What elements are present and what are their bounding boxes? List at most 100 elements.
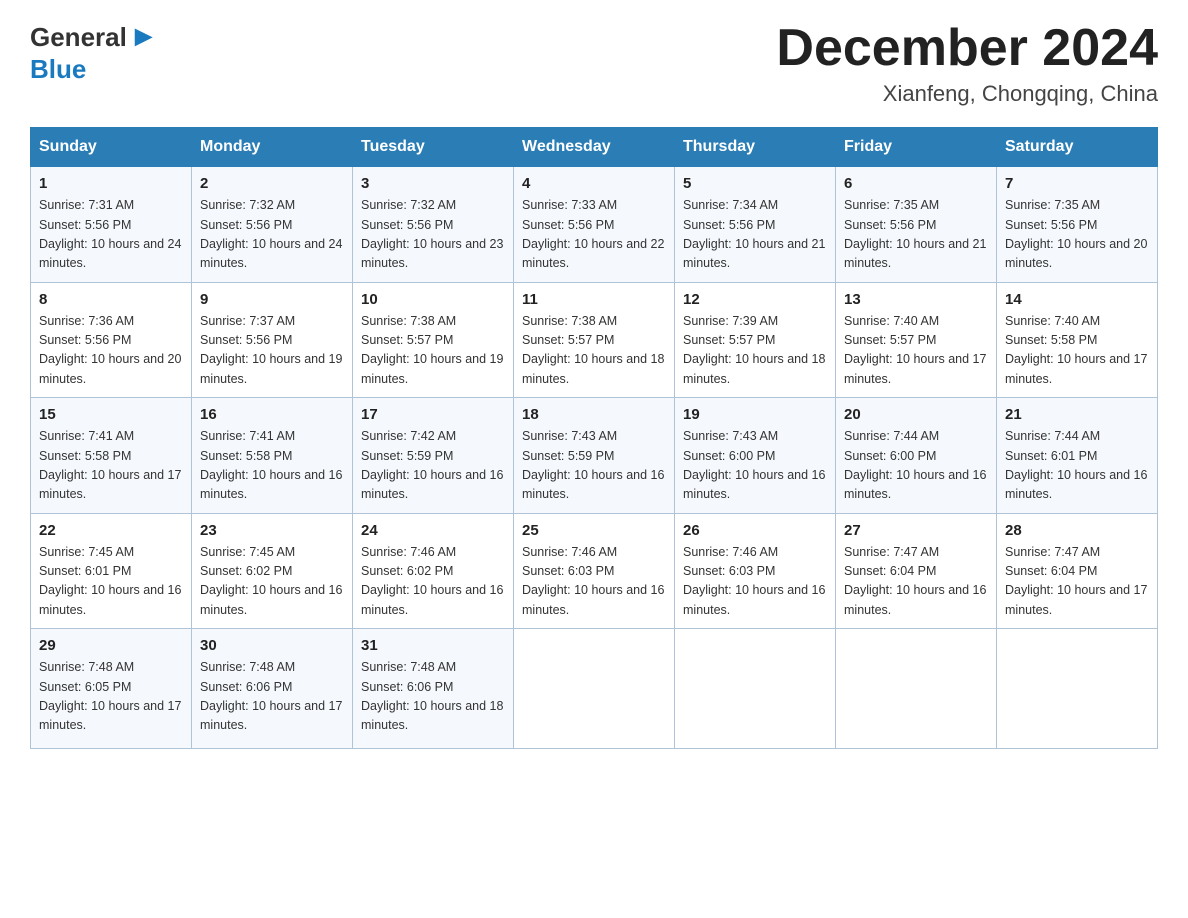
day-info: Sunrise: 7:48 AMSunset: 6:06 PMDaylight:… (200, 658, 344, 736)
day-number: 14 (1005, 291, 1149, 308)
calendar-cell: 21 Sunrise: 7:44 AMSunset: 6:01 PMDayligh… (997, 398, 1158, 514)
calendar-cell: 9Sunrise: 7:37 AMSunset: 5:56 PMDaylight… (192, 282, 353, 398)
day-info: Sunrise: 7:33 AMSunset: 5:56 PMDaylight:… (522, 196, 666, 274)
calendar-cell: 7Sunrise: 7:35 AMSunset: 5:56 PMDaylight… (997, 167, 1158, 283)
day-number: 9 (200, 291, 344, 308)
logo-blue-text: Blue (30, 54, 86, 85)
location-title: Xianfeng, Chongqing, China (776, 81, 1158, 107)
header-monday: Monday (192, 128, 353, 167)
day-number: 18 (522, 406, 666, 423)
day-number: 4 (522, 175, 666, 192)
day-number: 28 (1005, 522, 1149, 539)
day-info: Sunrise: 7:43 AMSunset: 5:59 PMDaylight:… (522, 427, 666, 505)
day-info: Sunrise: 7:46 AMSunset: 6:03 PMDaylight:… (522, 543, 666, 621)
day-number: 3 (361, 175, 505, 192)
day-info: Sunrise: 7:46 AMSunset: 6:02 PMDaylight:… (361, 543, 505, 621)
logo-arrow-icon: ► (129, 20, 159, 54)
day-info: Sunrise: 7:47 AMSunset: 6:04 PMDaylight:… (1005, 543, 1149, 621)
day-number: 8 (39, 291, 183, 308)
month-title: December 2024 (776, 20, 1158, 77)
header-saturday: Saturday (997, 128, 1158, 167)
calendar-header-row: SundayMondayTuesdayWednesdayThursdayFrid… (31, 128, 1158, 167)
day-number: 16 (200, 406, 344, 423)
day-number: 21 (1005, 406, 1149, 423)
day-info: Sunrise: 7:42 AMSunset: 5:59 PMDaylight:… (361, 427, 505, 505)
day-number: 17 (361, 406, 505, 423)
calendar-cell: 26 Sunrise: 7:46 AMSunset: 6:03 PMDayligh… (675, 513, 836, 629)
calendar-cell (675, 629, 836, 749)
day-info: Sunrise: 7:38 AMSunset: 5:57 PMDaylight:… (522, 312, 666, 390)
calendar-cell: 31 Sunrise: 7:48 AMSunset: 6:06 PMDayligh… (353, 629, 514, 749)
header-wednesday: Wednesday (514, 128, 675, 167)
day-number: 25 (522, 522, 666, 539)
day-number: 13 (844, 291, 988, 308)
header-tuesday: Tuesday (353, 128, 514, 167)
day-number: 26 (683, 522, 827, 539)
calendar-cell: 27Sunrise: 7:47 AMSunset: 6:04 PMDayligh… (836, 513, 997, 629)
day-number: 5 (683, 175, 827, 192)
logo: General ► Blue (30, 20, 161, 85)
day-info: Sunrise: 7:32 AMSunset: 5:56 PMDaylight:… (200, 196, 344, 274)
day-number: 12 (683, 291, 827, 308)
day-info: Sunrise: 7:44 AMSunset: 6:00 PMDaylight:… (844, 427, 988, 505)
header-sunday: Sunday (31, 128, 192, 167)
day-number: 31 (361, 637, 505, 654)
calendar-cell: 14 Sunrise: 7:40 AMSunset: 5:58 PMDayligh… (997, 282, 1158, 398)
calendar-cell: 30 Sunrise: 7:48 AMSunset: 6:06 PMDayligh… (192, 629, 353, 749)
day-info: Sunrise: 7:45 AMSunset: 6:02 PMDaylight:… (200, 543, 344, 621)
calendar-cell: 12 Sunrise: 7:39 AMSunset: 5:57 PMDayligh… (675, 282, 836, 398)
day-info: Sunrise: 7:32 AMSunset: 5:56 PMDaylight:… (361, 196, 505, 274)
calendar-cell: 16 Sunrise: 7:41 AMSunset: 5:58 PMDayligh… (192, 398, 353, 514)
day-number: 10 (361, 291, 505, 308)
calendar-cell: 6 Sunrise: 7:35 AMSunset: 5:56 PMDaylight… (836, 167, 997, 283)
day-number: 29 (39, 637, 183, 654)
day-info: Sunrise: 7:47 AMSunset: 6:04 PMDaylight:… (844, 543, 988, 621)
calendar-cell: 19Sunrise: 7:43 AMSunset: 6:00 PMDayligh… (675, 398, 836, 514)
day-info: Sunrise: 7:34 AMSunset: 5:56 PMDaylight:… (683, 196, 827, 274)
day-number: 30 (200, 637, 344, 654)
calendar-cell (514, 629, 675, 749)
day-info: Sunrise: 7:40 AMSunset: 5:58 PMDaylight:… (1005, 312, 1149, 390)
day-number: 7 (1005, 175, 1149, 192)
week-row-3: 15Sunrise: 7:41 AMSunset: 5:58 PMDayligh… (31, 398, 1158, 514)
header-thursday: Thursday (675, 128, 836, 167)
day-info: Sunrise: 7:48 AMSunset: 6:06 PMDaylight:… (361, 658, 505, 736)
day-number: 1 (39, 175, 183, 192)
calendar-cell: 20 Sunrise: 7:44 AMSunset: 6:00 PMDayligh… (836, 398, 997, 514)
calendar-cell: 2 Sunrise: 7:32 AMSunset: 5:56 PMDaylight… (192, 167, 353, 283)
calendar-cell: 18 Sunrise: 7:43 AMSunset: 5:59 PMDayligh… (514, 398, 675, 514)
calendar-cell: 22Sunrise: 7:45 AMSunset: 6:01 PMDayligh… (31, 513, 192, 629)
calendar-cell: 25 Sunrise: 7:46 AMSunset: 6:03 PMDayligh… (514, 513, 675, 629)
day-info: Sunrise: 7:38 AMSunset: 5:57 PMDaylight:… (361, 312, 505, 390)
day-number: 6 (844, 175, 988, 192)
calendar-cell: 15Sunrise: 7:41 AMSunset: 5:58 PMDayligh… (31, 398, 192, 514)
day-info: Sunrise: 7:35 AMSunset: 5:56 PMDaylight:… (844, 196, 988, 274)
day-number: 20 (844, 406, 988, 423)
calendar-cell: 3 Sunrise: 7:32 AMSunset: 5:56 PMDaylight… (353, 167, 514, 283)
calendar-table: SundayMondayTuesdayWednesdayThursdayFrid… (30, 127, 1158, 749)
day-info: Sunrise: 7:41 AMSunset: 5:58 PMDaylight:… (200, 427, 344, 505)
week-row-4: 22Sunrise: 7:45 AMSunset: 6:01 PMDayligh… (31, 513, 1158, 629)
day-info: Sunrise: 7:36 AMSunset: 5:56 PMDaylight:… (39, 312, 183, 390)
week-row-2: 8 Sunrise: 7:36 AMSunset: 5:56 PMDaylight… (31, 282, 1158, 398)
day-info: Sunrise: 7:39 AMSunset: 5:57 PMDaylight:… (683, 312, 827, 390)
calendar-cell: 5 Sunrise: 7:34 AMSunset: 5:56 PMDaylight… (675, 167, 836, 283)
day-info: Sunrise: 7:40 AMSunset: 5:57 PMDaylight:… (844, 312, 988, 390)
day-info: Sunrise: 7:46 AMSunset: 6:03 PMDaylight:… (683, 543, 827, 621)
day-number: 24 (361, 522, 505, 539)
calendar-cell: 23 Sunrise: 7:45 AMSunset: 6:02 PMDayligh… (192, 513, 353, 629)
header-friday: Friday (836, 128, 997, 167)
day-info: Sunrise: 7:41 AMSunset: 5:58 PMDaylight:… (39, 427, 183, 505)
calendar-cell (997, 629, 1158, 749)
day-info: Sunrise: 7:45 AMSunset: 6:01 PMDaylight:… (39, 543, 183, 621)
calendar-cell: 4 Sunrise: 7:33 AMSunset: 5:56 PMDaylight… (514, 167, 675, 283)
title-block: December 2024 Xianfeng, Chongqing, China (776, 20, 1158, 107)
day-number: 2 (200, 175, 344, 192)
week-row-1: 1Sunrise: 7:31 AMSunset: 5:56 PMDaylight… (31, 167, 1158, 283)
day-info: Sunrise: 7:43 AMSunset: 6:00 PMDaylight:… (683, 427, 827, 505)
calendar-cell: 29Sunrise: 7:48 AMSunset: 6:05 PMDayligh… (31, 629, 192, 749)
day-info: Sunrise: 7:44 AMSunset: 6:01 PMDaylight:… (1005, 427, 1149, 505)
week-row-5: 29Sunrise: 7:48 AMSunset: 6:05 PMDayligh… (31, 629, 1158, 749)
day-number: 23 (200, 522, 344, 539)
calendar-cell: 13 Sunrise: 7:40 AMSunset: 5:57 PMDayligh… (836, 282, 997, 398)
